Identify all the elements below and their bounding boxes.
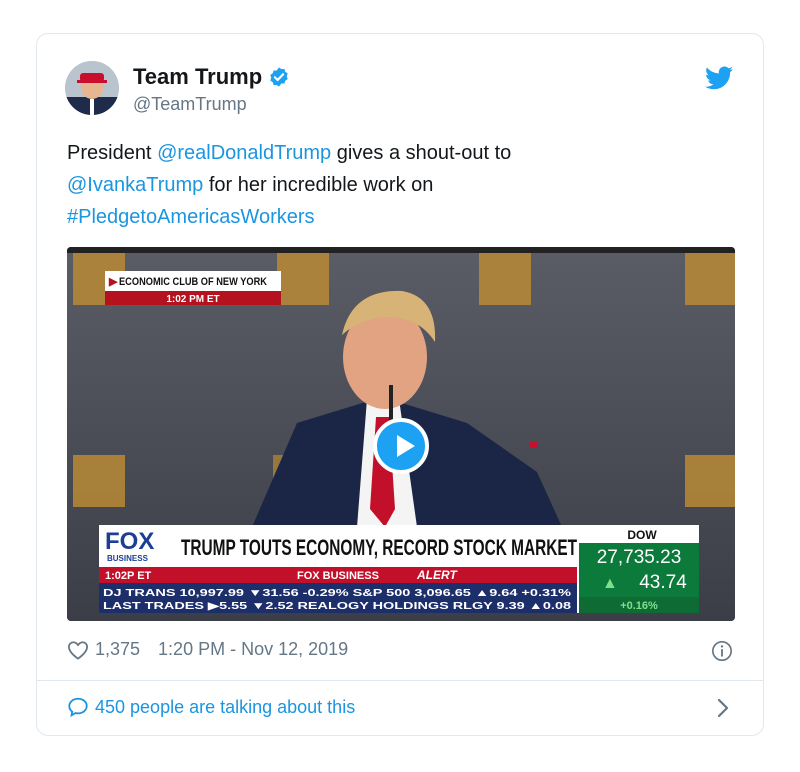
- mention-link[interactable]: @realDonaldTrump: [157, 142, 331, 164]
- tweet-text-part: President: [67, 142, 158, 164]
- event-time: 1:02 PM ET: [166, 294, 219, 305]
- avatar[interactable]: [65, 61, 119, 115]
- speech-bubble-icon: [68, 697, 88, 718]
- network-sub: BUSINESS: [107, 554, 149, 563]
- tweet-text: President @realDonaldTrump gives a shout…: [67, 137, 727, 233]
- conversation-label[interactable]: 450 people are talking about this: [95, 697, 355, 718]
- tweet-card: Team Trump @TeamTrump President @realDon…: [36, 33, 764, 736]
- account-name-row[interactable]: Team Trump: [133, 64, 290, 90]
- svg-text:▲: ▲: [602, 575, 618, 592]
- backdrop-panel: [277, 253, 329, 305]
- dow-value: 27,735.23: [597, 547, 682, 568]
- network-logo: FOX: [105, 528, 154, 555]
- play-icon[interactable]: [373, 418, 429, 474]
- tweet-text-part: gives a shout-out to: [331, 142, 512, 164]
- verified-icon: [270, 67, 288, 87]
- alert-word: ALERT: [416, 568, 458, 582]
- headline: TRUMP TOUTS ECONOMY, RECORD STOCK MARKET: [181, 535, 577, 560]
- info-icon[interactable]: [711, 640, 733, 662]
- dow-change: 43.74: [639, 572, 687, 593]
- ticker-row-2: LAST TRADES ▶5.55 ▼2.52 REALOGY HOLDINGS…: [103, 601, 572, 612]
- twitter-bird-icon[interactable]: [705, 66, 733, 90]
- divider: [37, 680, 763, 681]
- clock: 1:02P ET: [105, 570, 152, 582]
- heart-icon[interactable]: [67, 640, 89, 660]
- backdrop-panel: [479, 253, 531, 305]
- like-count[interactable]: 1,375: [95, 639, 140, 660]
- backdrop-panel: [685, 253, 735, 305]
- account-name[interactable]: Team Trump: [133, 64, 262, 90]
- svg-text:▶: ▶: [108, 276, 118, 288]
- tweet-text-part: for her incredible work on: [203, 174, 434, 196]
- mention-link[interactable]: @IvankaTrump: [67, 174, 203, 196]
- timestamp[interactable]: 1:20 PM - Nov 12, 2019: [158, 639, 348, 660]
- video-player[interactable]: ▶ ECONOMIC CLUB OF NEW YORK 1:02 PM ET F…: [67, 247, 735, 621]
- alert-brand: FOX BUSINESS: [297, 570, 379, 582]
- backdrop-panel: [73, 455, 125, 507]
- dow-label: DOW: [627, 528, 657, 542]
- chevron-right-icon[interactable]: [717, 698, 729, 718]
- hashtag-link[interactable]: #PledgetoAmericasWorkers: [67, 206, 315, 228]
- tweet-stats: 1,375 1:20 PM - Nov 12, 2019: [67, 639, 348, 660]
- account-handle[interactable]: @TeamTrump: [133, 94, 247, 115]
- conversation-link[interactable]: 450 people are talking about this: [67, 696, 355, 718]
- backdrop-panel: [685, 455, 735, 507]
- dow-pct: +0.16%: [620, 600, 658, 612]
- ticker-row-1: DJ TRANS 10,997.99 ▼31.56 -0.29% S&P 500…: [103, 588, 571, 599]
- event-label: ECONOMIC CLUB OF NEW YORK: [119, 276, 267, 288]
